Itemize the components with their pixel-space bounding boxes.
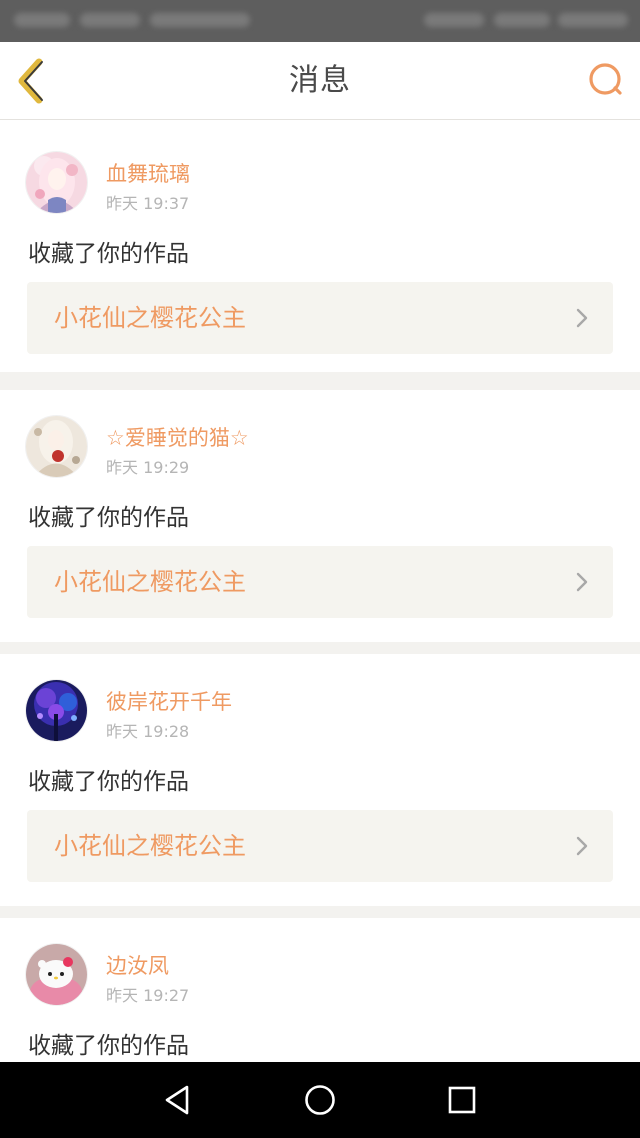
- action-text: 收藏了你的作品: [28, 1033, 189, 1059]
- search-button[interactable]: [586, 60, 626, 100]
- chevron-left-icon: [18, 58, 43, 104]
- action-text: 收藏了你的作品: [28, 769, 189, 795]
- chevron-right-icon: [576, 308, 588, 328]
- header-bar: 消息: [0, 42, 640, 120]
- status-blur: [494, 13, 550, 27]
- nav-recents-button[interactable]: [442, 1080, 482, 1120]
- status-blur: [150, 13, 250, 27]
- timestamp: 昨天 19:37: [106, 194, 190, 213]
- timestamp: 昨天 19:28: [106, 722, 190, 741]
- status-blur: [14, 13, 70, 27]
- username[interactable]: ☆爱睡觉的猫☆: [106, 422, 249, 452]
- message-card: 彼岸花开千年 昨天 19:28 收藏了你的作品 小花仙之樱花公主: [0, 654, 640, 906]
- system-nav-bar: [0, 1062, 640, 1138]
- work-title: 小花仙之樱花公主: [54, 304, 246, 332]
- status-bar: [0, 0, 640, 42]
- username[interactable]: 边汝凤: [106, 950, 169, 980]
- avatar[interactable]: [26, 152, 87, 213]
- work-title: 小花仙之樱花公主: [54, 568, 246, 596]
- status-blur: [558, 13, 628, 27]
- chevron-right-icon: [576, 572, 588, 592]
- work-link[interactable]: 小花仙之樱花公主: [27, 810, 613, 882]
- status-blur: [80, 13, 140, 27]
- chevron-right-icon: [576, 836, 588, 856]
- avatar[interactable]: [26, 944, 87, 1005]
- recents-square-icon: [448, 1086, 476, 1114]
- work-link[interactable]: 小花仙之樱花公主: [27, 546, 613, 618]
- nav-back-button[interactable]: [158, 1080, 198, 1120]
- home-circle-icon: [305, 1085, 335, 1115]
- avatar[interactable]: [26, 416, 87, 477]
- status-blur: [424, 13, 484, 27]
- message-card: ☆爱睡觉的猫☆ 昨天 19:29 收藏了你的作品 小花仙之樱花公主: [0, 390, 640, 642]
- username[interactable]: 血舞琉璃: [106, 158, 190, 188]
- avatar-image: [26, 152, 87, 213]
- avatar-image: [26, 944, 87, 1005]
- timestamp: 昨天 19:29: [106, 458, 190, 477]
- work-title: 小花仙之樱花公主: [54, 832, 246, 860]
- back-triangle-icon: [165, 1085, 189, 1115]
- action-text: 收藏了你的作品: [28, 505, 189, 531]
- avatar[interactable]: [26, 680, 87, 741]
- message-card: 边汝凤 昨天 19:27 收藏了你的作品: [0, 918, 640, 1068]
- page-title: 消息: [289, 63, 351, 98]
- message-card: 血舞琉璃 昨天 19:37 收藏了你的作品 小花仙之樱花公主: [0, 120, 640, 372]
- search-icon: [589, 63, 622, 95]
- work-link[interactable]: 小花仙之樱花公主: [27, 282, 613, 354]
- action-text: 收藏了你的作品: [28, 241, 189, 267]
- avatar-image: [26, 680, 87, 741]
- username[interactable]: 彼岸花开千年: [106, 686, 232, 716]
- avatar-image: [26, 416, 87, 477]
- back-button[interactable]: [12, 56, 56, 106]
- timestamp: 昨天 19:27: [106, 986, 190, 1005]
- nav-home-button[interactable]: [300, 1080, 340, 1120]
